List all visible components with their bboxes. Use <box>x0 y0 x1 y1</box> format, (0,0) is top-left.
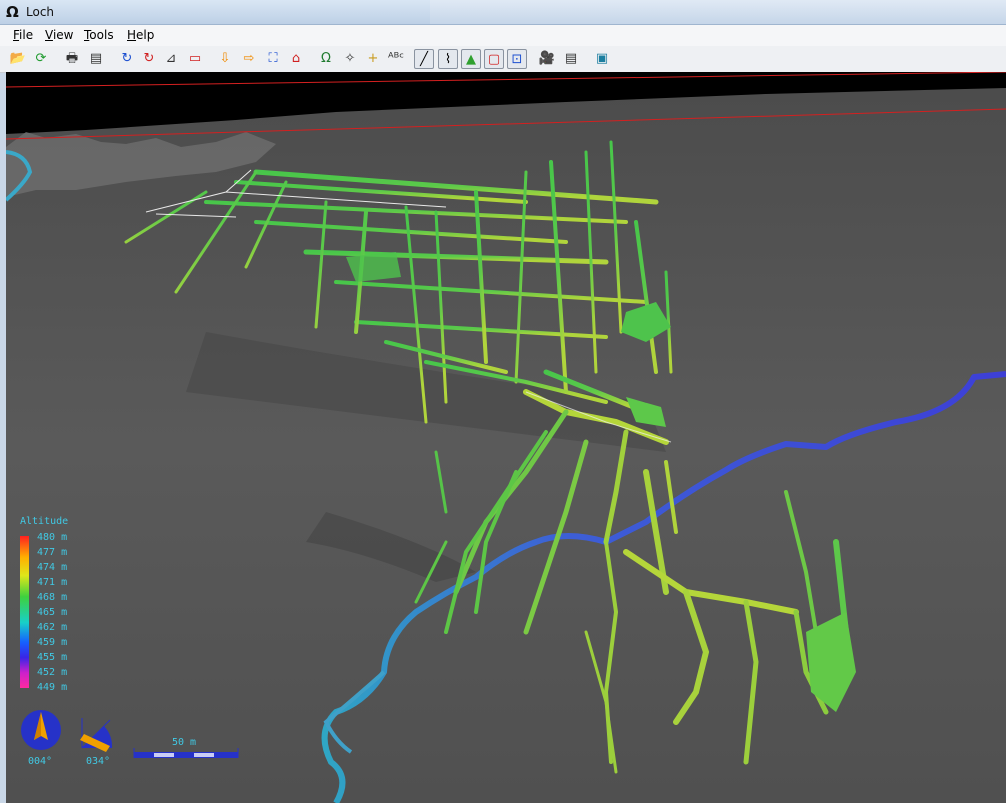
menu-view-accel: V <box>45 28 53 42</box>
info-icon[interactable]: ▤ <box>561 49 581 69</box>
open-folder-icon[interactable]: 📂 <box>8 49 28 69</box>
cave-3d-viewport[interactable] <box>6 72 1006 803</box>
walls-icon[interactable]: ⌇ <box>438 49 458 69</box>
camera-icon[interactable]: 🎥 <box>537 49 557 69</box>
legend-label: 468 m <box>37 592 68 603</box>
fullscreen-icon[interactable]: ▣ <box>592 49 612 69</box>
rotate-stop-icon[interactable]: ↻ <box>139 49 159 69</box>
legend-label: 471 m <box>37 577 68 588</box>
move-down-icon[interactable]: ⇩ <box>215 49 235 69</box>
menu-file-rest: ile <box>19 28 34 42</box>
omega-icon[interactable]: Ω <box>316 49 336 69</box>
menu-file[interactable]: File <box>13 28 33 42</box>
menu-help-accel: H <box>127 28 137 42</box>
bbox-icon[interactable]: ▢ <box>484 49 504 69</box>
add-point-icon[interactable]: + <box>363 49 383 69</box>
toolbar: 📂 ⟳ 🖶 ▤ ↻ ↻ ⊿ ▭ ⇩ ⇨ ⛶ ⌂ Ω ✧ + ᴬᴮᶜ ╱ ⌇ ▲ ▢ ⊡ 🎥 ▤ ▣ <box>0 46 1006 73</box>
menu-bar: File View Tools Help <box>0 25 1006 47</box>
bounding-box-edge <box>6 72 1006 88</box>
home-icon[interactable]: ⌂ <box>286 49 306 69</box>
terrain-surface <box>6 88 1006 803</box>
legend-label: 452 m <box>37 667 68 678</box>
cave-chamber <box>346 252 401 282</box>
labels-icon[interactable]: ᴬᴮᶜ <box>386 49 406 69</box>
title-bar: Ω Loch <box>0 0 1006 25</box>
scalebar-icon[interactable]: ⊡ <box>507 49 527 69</box>
menu-tools[interactable]: Tools <box>84 28 114 42</box>
heading-label: 004° <box>28 756 53 767</box>
export-icon[interactable]: ▤ <box>86 49 106 69</box>
print-icon[interactable]: 🖶 <box>62 49 82 69</box>
window-title: Loch <box>26 5 55 19</box>
legend-label: 480 m <box>37 532 68 543</box>
rotate-icon[interactable]: ↻ <box>117 49 137 69</box>
centreline-icon[interactable]: ╱ <box>414 49 434 69</box>
scale-bar-label: 50 m <box>172 737 197 748</box>
plan-view-icon[interactable]: ⊿ <box>161 49 181 69</box>
menu-tools-rest: ools <box>89 28 114 42</box>
centre-icon[interactable]: ✧ <box>340 49 360 69</box>
legend-label: 455 m <box>37 652 68 663</box>
surface-icon[interactable]: ▲ <box>461 49 481 69</box>
compass-heading <box>21 710 61 750</box>
reload-icon[interactable]: ⟳ <box>31 49 51 69</box>
legend-label: 462 m <box>37 622 68 633</box>
zoom-all-icon[interactable]: ⛶ <box>263 49 283 69</box>
omega-icon: Ω <box>6 3 19 21</box>
background-window-strip <box>430 0 1006 24</box>
legend-label: 449 m <box>37 682 68 693</box>
legend-title: Altitude <box>20 516 69 527</box>
legend-label: 459 m <box>37 637 68 648</box>
menu-view-rest: iew <box>52 28 74 42</box>
legend-label: 474 m <box>37 562 68 573</box>
stereo-glasses-icon[interactable]: ▭ <box>185 49 205 69</box>
altitude-colour-bar <box>20 536 29 688</box>
cave-survey-render <box>6 72 1006 803</box>
menu-help[interactable]: Help <box>127 28 154 42</box>
legend-label: 465 m <box>37 607 68 618</box>
move-right-icon[interactable]: ⇨ <box>239 49 259 69</box>
tilt-label: 034° <box>86 756 111 767</box>
menu-help-rest: elp <box>136 28 155 42</box>
legend-label: 477 m <box>37 547 68 558</box>
menu-view[interactable]: View <box>45 28 73 42</box>
